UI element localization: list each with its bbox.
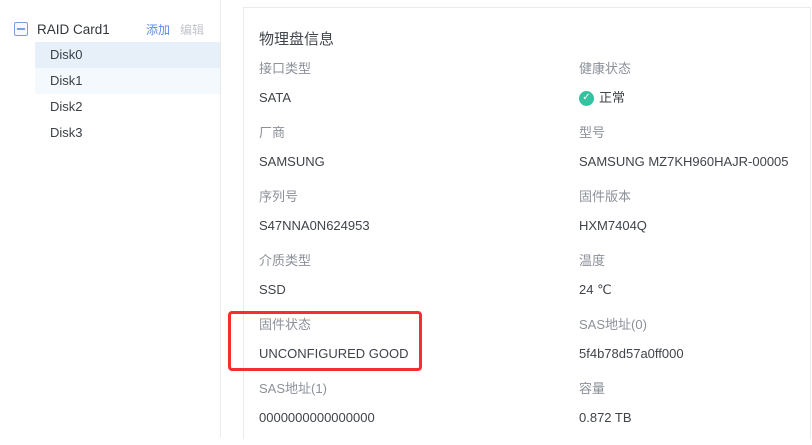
field-label: 健康状态 xyxy=(579,61,800,76)
disk-fields-grid: 接口类型 SATA健康状态 ✓ 正常厂商 SAMSUNG型号 SAMSUNG MZ7KH9… xyxy=(259,61,800,445)
sidebar-item-disk1[interactable]: Disk1 xyxy=(35,68,220,94)
panel-title: 物理盘信息 xyxy=(259,28,810,49)
field-value: 0.872 TB xyxy=(579,410,800,426)
field-value: S47NNA0N624953 xyxy=(259,218,579,234)
field-value: HXM7404Q xyxy=(579,218,800,234)
field-2: 厂商 SAMSUNG xyxy=(259,125,579,189)
field-value: 5f4b78d57a0ff000 xyxy=(579,346,800,362)
status-text: 正常 xyxy=(599,90,625,106)
field-label: SAS地址(0) xyxy=(579,317,800,332)
field-1: 健康状态 ✓ 正常 xyxy=(579,61,800,125)
field-value: SAMSUNG MZ7KH960HAJR-00005 xyxy=(579,154,800,170)
field-label: 接口类型 xyxy=(259,61,579,76)
sidebar-item-disk2[interactable]: Disk2 xyxy=(35,94,220,120)
field-value: UNCONFIGURED GOOD xyxy=(259,346,579,362)
raid-tree-sidebar: RAID Card1 添加 编辑 Disk0Disk1Disk2Disk3 xyxy=(0,0,221,437)
field-10: SAS地址(1) 0000000000000000 xyxy=(259,381,579,445)
field-label: SAS地址(1) xyxy=(259,381,579,396)
field-value: 0000000000000000 xyxy=(259,410,579,426)
field-6: 介质类型 SSD xyxy=(259,253,579,317)
field-label: 厂商 xyxy=(259,125,579,140)
field-0: 接口类型 SATA xyxy=(259,61,579,125)
field-8: 固件状态 UNCONFIGURED GOOD xyxy=(259,317,579,381)
collapse-minus-icon[interactable] xyxy=(14,22,28,36)
disk-list: Disk0Disk1Disk2Disk3 xyxy=(0,42,220,146)
field-label: 温度 xyxy=(579,253,800,268)
add-link[interactable]: 添加 xyxy=(146,21,170,38)
field-label: 固件版本 xyxy=(579,189,800,204)
raid-card-label: RAID Card1 xyxy=(37,22,110,37)
field-11: 容量 0.872 TB xyxy=(579,381,800,445)
field-3: 型号 SAMSUNG MZ7KH960HAJR-00005 xyxy=(579,125,800,189)
field-value: 24 ℃ xyxy=(579,282,800,298)
field-value: SSD xyxy=(259,282,579,298)
tree-actions: 添加 编辑 xyxy=(146,21,204,38)
check-circle-icon: ✓ xyxy=(579,91,594,106)
field-4: 序列号 S47NNA0N624953 xyxy=(259,189,579,253)
sidebar-item-disk0[interactable]: Disk0 xyxy=(35,42,220,68)
minus-glyph xyxy=(17,28,25,30)
field-7: 温度 24 ℃ xyxy=(579,253,800,317)
disk-info-panel: 物理盘信息 接口类型 SATA健康状态 ✓ 正常厂商 SAMSUNG型号 SAMSUNG … xyxy=(243,7,811,439)
field-label: 固件状态 xyxy=(259,317,579,332)
field-9: SAS地址(0) 5f4b78d57a0ff000 xyxy=(579,317,800,381)
raid-card-node[interactable]: RAID Card1 添加 编辑 xyxy=(14,16,204,42)
field-value: SAMSUNG xyxy=(259,154,579,170)
field-label: 型号 xyxy=(579,125,800,140)
field-value: SATA xyxy=(259,90,579,106)
field-value: ✓ 正常 xyxy=(579,90,800,106)
edit-link[interactable]: 编辑 xyxy=(180,21,204,38)
field-label: 容量 xyxy=(579,381,800,396)
sidebar-item-disk3[interactable]: Disk3 xyxy=(35,120,220,146)
field-label: 序列号 xyxy=(259,189,579,204)
field-5: 固件版本 HXM7404Q xyxy=(579,189,800,253)
field-label: 介质类型 xyxy=(259,253,579,268)
